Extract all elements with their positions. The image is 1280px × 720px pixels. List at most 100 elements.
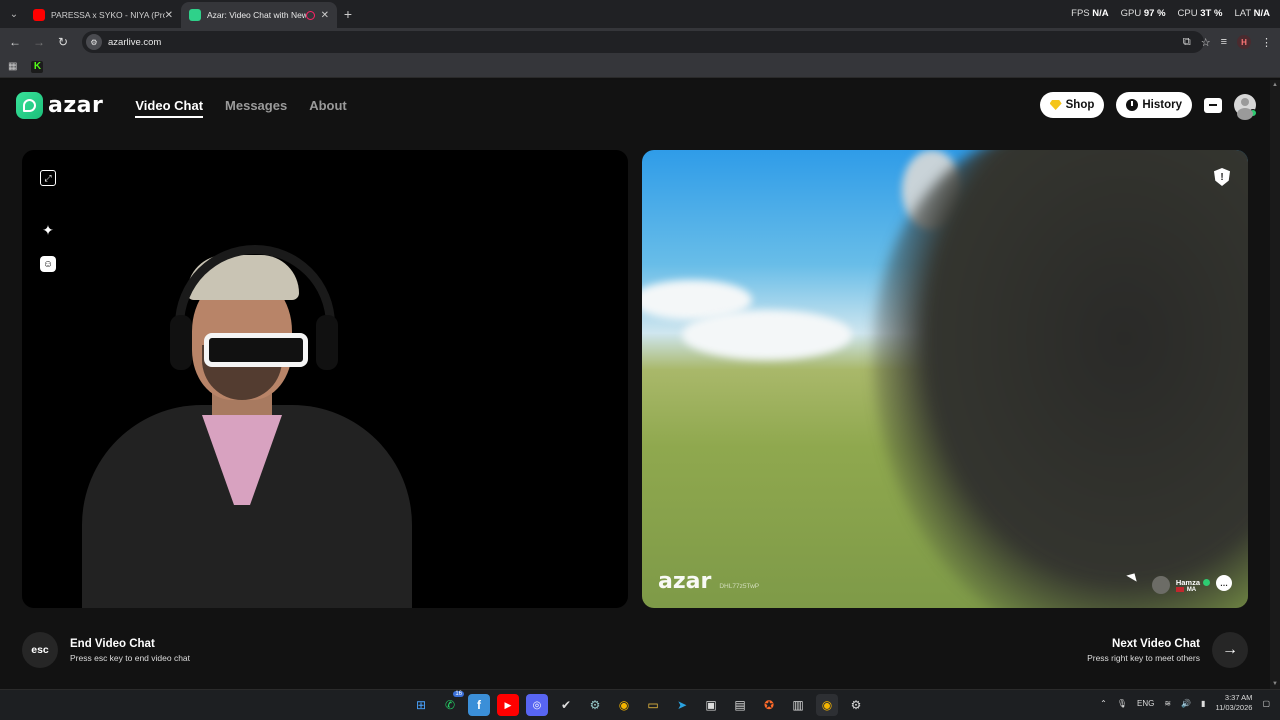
azar-watermark: azar DHL77z5TwP	[658, 569, 759, 594]
end-hint: Press esc key to end video chat	[70, 652, 191, 663]
azar-favicon-icon	[189, 9, 201, 21]
bookmark-star-icon[interactable]: ☆	[1201, 36, 1211, 49]
azar-logo[interactable]: azar	[16, 91, 104, 119]
site-info-icon[interactable]: ⚙	[86, 34, 102, 50]
nav-about[interactable]: About	[309, 98, 347, 113]
chat-bubble-icon[interactable]: …	[1216, 575, 1232, 591]
morocco-flag-icon	[1175, 587, 1184, 592]
microphone-icon[interactable]: 🎙	[1117, 699, 1127, 708]
forward-icon[interactable]: →	[27, 35, 51, 49]
tab-search-button[interactable]: ⌄	[3, 3, 25, 25]
magic-wand-icon[interactable]: ✦	[40, 222, 56, 238]
site-header: azar Video Chat Messages About Shop Hist…	[16, 91, 1257, 120]
apps-grid-icon[interactable]: ▦	[8, 61, 17, 72]
clock-time: 3:37 AM	[1224, 693, 1253, 702]
peer-avatar	[1151, 576, 1170, 594]
end-video-chat[interactable]: esc End Video Chat Press esc key to end …	[22, 632, 190, 668]
scroll-up-icon[interactable]: ▲	[1272, 82, 1278, 88]
back-icon[interactable]: ←	[3, 35, 27, 49]
youtube-icon[interactable]: ▶	[497, 694, 519, 716]
verified-icon	[1203, 578, 1210, 586]
kick-bookmark-icon[interactable]: K	[31, 60, 44, 73]
user-profile-icon[interactable]	[1234, 94, 1257, 120]
remote-video-pane: ! azar DHL77z5TwP Hamza MA …	[642, 150, 1248, 608]
peer-country: MA	[1186, 586, 1197, 593]
whatsapp-icon[interactable]: ✆ 16	[439, 691, 464, 716]
expand-icon[interactable]: ⤢	[40, 170, 56, 186]
taskbar-apps: ⊞ ✆ 16 f ▶ ◎ ✔ ⚙ ◉ ▭ ➤ ▣ ▤ ✪ ▥ ◉ ⚙	[410, 691, 867, 716]
face-filter-icon[interactable]: ☺	[40, 256, 56, 272]
nav-messages[interactable]: Messages	[225, 98, 287, 113]
reload-icon[interactable]: ↻	[51, 35, 75, 49]
tab-strip: ⌄ PARESSA x SYKO - NIYA (Prod ✕ Azar: Vi…	[0, 0, 1280, 28]
toolbar-actions: ⧉ ☆ ≡ H ⋮	[1183, 28, 1280, 56]
telegram-icon[interactable]: ➤	[671, 694, 693, 716]
app-orange-icon[interactable]: ✪	[758, 694, 780, 716]
history-button[interactable]: History	[1116, 92, 1192, 118]
azar-page: azar Video Chat Messages About Shop Hist…	[0, 80, 1270, 689]
peer-info[interactable]: Hamza MA	[1151, 576, 1210, 594]
header-actions: Shop History	[1039, 92, 1257, 120]
end-title: End Video Chat	[70, 637, 155, 650]
performance-overlay: FPS N/A GPU 97 % CPU 3T % LAT N/A	[1071, 8, 1270, 19]
notification-icon[interactable]: ▢	[1262, 699, 1270, 708]
close-tab-icon[interactable]: ✕	[321, 10, 329, 21]
store-icon[interactable]: ▣	[700, 694, 722, 716]
gem-icon	[1049, 100, 1062, 110]
battery-icon[interactable]: ▮	[1201, 699, 1205, 708]
local-camera-feed	[62, 245, 442, 608]
volume-icon[interactable]: 🔊	[1181, 699, 1191, 708]
menu-kebab-icon[interactable]: ⋮	[1261, 36, 1272, 49]
shop-button[interactable]: Shop	[1039, 92, 1105, 118]
tab-title: PARESSA x SYKO - NIYA (Prod	[51, 10, 165, 20]
next-hint: Press right key to meet others	[1087, 652, 1200, 663]
brand-name: azar	[48, 92, 104, 118]
local-video-pane: ⤢ ✦ ☺	[22, 150, 628, 608]
page-scrollbar[interactable]: ▲ ▼	[1270, 80, 1280, 689]
fps-stat: FPS N/A	[1071, 8, 1109, 19]
app-window-icon[interactable]: ▥	[787, 694, 809, 716]
session-code: DHL77z5TwP	[719, 583, 760, 590]
nav-video-chat[interactable]: Video Chat	[135, 98, 203, 118]
azar-logo-icon	[16, 91, 43, 119]
gpu-stat: GPU 97 %	[1120, 8, 1166, 19]
profile-avatar[interactable]: H	[1237, 35, 1251, 49]
tab-title: Azar: Video Chat with New	[207, 10, 306, 20]
media-controls-icon[interactable]: ≡	[1221, 36, 1227, 48]
arrow-right-icon[interactable]: →	[1212, 632, 1248, 668]
bookmarks-bar: ▦ K	[0, 56, 1280, 78]
chrome-profile-icon[interactable]: ◉	[816, 694, 838, 716]
chrome-icon[interactable]: ◉	[613, 694, 635, 716]
os-taskbar: ⊞ ✆ 16 f ▶ ◎ ✔ ⚙ ◉ ▭ ➤ ▣ ▤ ✪ ▥ ◉ ⚙ ⌃ 🎙 EN…	[0, 689, 1280, 720]
watermark-logo: azar	[658, 569, 712, 594]
lat-stat: LAT N/A	[1234, 8, 1270, 19]
windows-start-icon[interactable]: ⊞	[410, 694, 432, 716]
tab-azar[interactable]: Azar: Video Chat with New ✕	[181, 2, 337, 28]
address-bar[interactable]: ⚙ azarlive.com	[82, 31, 1204, 53]
terminal-icon[interactable]: ▤	[729, 694, 751, 716]
next-video-chat[interactable]: Next Video Chat Press right key to meet …	[1087, 632, 1248, 668]
esc-button[interactable]: esc	[22, 632, 58, 668]
scroll-down-icon[interactable]: ▼	[1272, 681, 1278, 687]
facebook-icon[interactable]: f	[468, 694, 490, 716]
discord-icon[interactable]: ◎	[526, 694, 548, 716]
inventory-box-icon[interactable]	[1204, 97, 1222, 113]
wifi-icon[interactable]: ≋	[1164, 699, 1171, 708]
new-tab-button[interactable]: +	[337, 6, 359, 22]
steam-icon[interactable]: ⚙	[584, 694, 606, 716]
language-indicator[interactable]: ENG	[1137, 699, 1154, 708]
tray-chevron-icon[interactable]: ⌃	[1100, 699, 1107, 708]
peer-name: Hamza	[1175, 577, 1200, 587]
system-tray: ⌃ 🎙 ENG ≋ 🔊 ▮ 3:37 AM 11/03/2026 ▢	[1100, 693, 1270, 713]
browser-toolbar: ← → ↻ ⚙ azarlive.com ⧉ ☆ ≡ H ⋮	[0, 28, 1280, 56]
settings-icon[interactable]: ⚙	[845, 694, 867, 716]
tab-youtube[interactable]: PARESSA x SYKO - NIYA (Prod ✕	[25, 2, 181, 28]
whatsapp-badge: 16	[453, 691, 464, 697]
system-clock[interactable]: 3:37 AM 11/03/2026	[1215, 693, 1252, 713]
close-tab-icon[interactable]: ✕	[165, 10, 173, 21]
checkmark-app-icon[interactable]: ✔	[555, 694, 577, 716]
install-app-icon[interactable]: ⧉	[1183, 36, 1191, 49]
file-explorer-icon[interactable]: ▭	[642, 694, 664, 716]
recording-icon	[305, 10, 315, 20]
next-title: Next Video Chat	[1112, 637, 1200, 650]
